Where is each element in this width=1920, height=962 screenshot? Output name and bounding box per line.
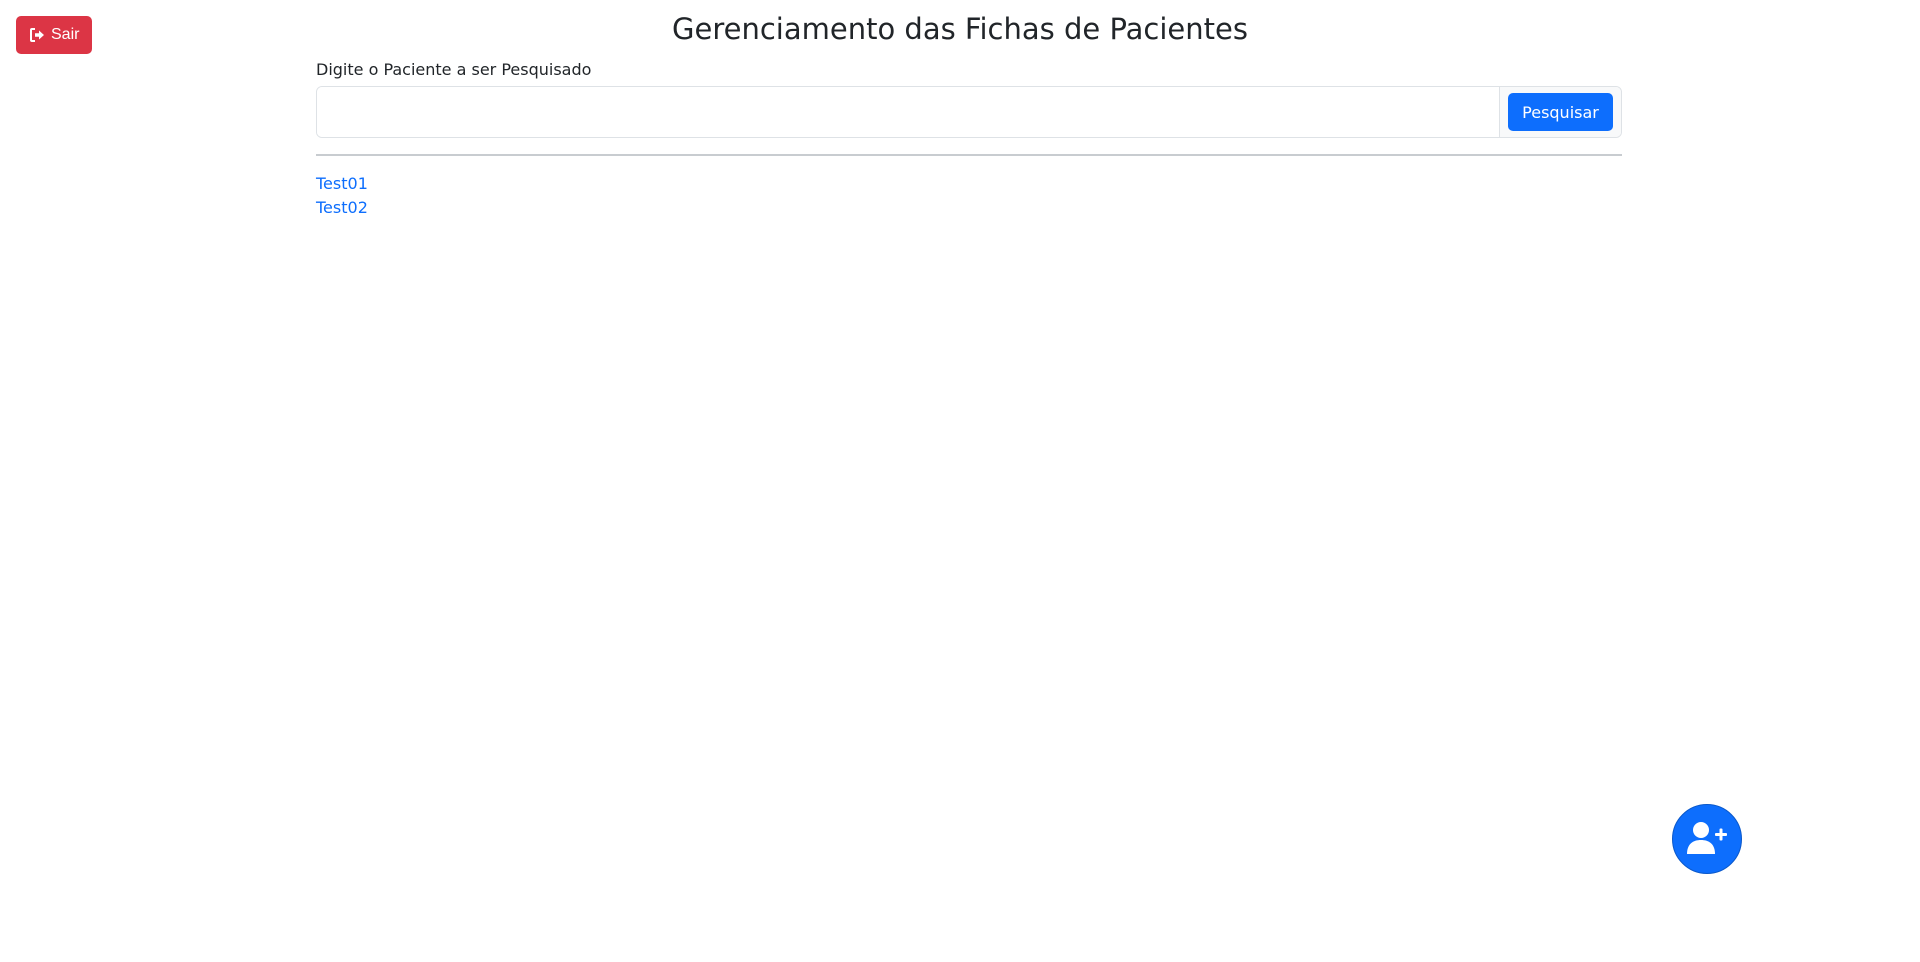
add-patient-button[interactable] bbox=[1672, 804, 1742, 874]
search-input-group: Pesquisar bbox=[316, 86, 1622, 138]
search-input[interactable] bbox=[317, 87, 1499, 137]
search-button[interactable]: Pesquisar bbox=[1508, 93, 1613, 131]
page-title: Gerenciamento das Fichas de Pacientes bbox=[672, 12, 1248, 46]
user-plus-icon bbox=[1686, 820, 1728, 859]
main-container: Digite o Paciente a ser Pesquisado Pesqu… bbox=[316, 58, 1622, 220]
divider bbox=[316, 154, 1622, 156]
list-item: Test01 bbox=[316, 172, 1622, 196]
patient-list: Test01 Test02 bbox=[316, 172, 1622, 220]
search-addon: Pesquisar bbox=[1499, 87, 1621, 137]
list-item: Test02 bbox=[316, 196, 1622, 220]
search-label: Digite o Paciente a ser Pesquisado bbox=[316, 60, 592, 79]
patient-link[interactable]: Test02 bbox=[316, 198, 368, 217]
patient-link[interactable]: Test01 bbox=[316, 174, 368, 193]
